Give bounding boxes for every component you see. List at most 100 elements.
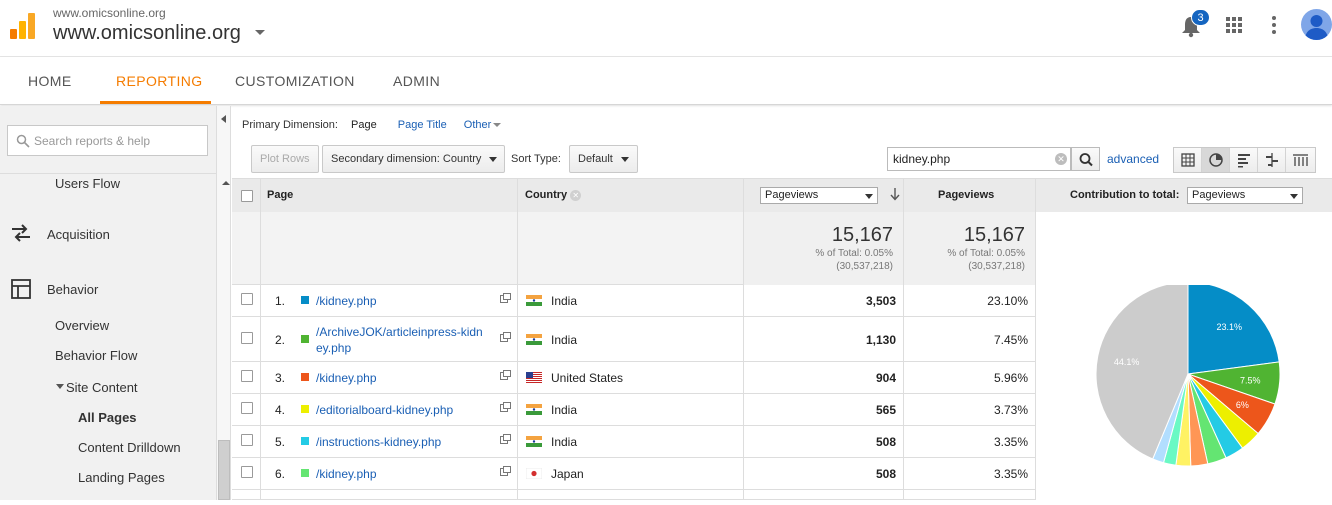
row-index: 5. bbox=[274, 435, 285, 449]
tab-home[interactable]: HOME bbox=[28, 73, 72, 89]
sidebar-item-all-pages[interactable]: All Pages bbox=[78, 410, 137, 425]
pageviews-value: 3,503 bbox=[865, 294, 896, 308]
sidebar-item-acquisition[interactable]: Acquisition bbox=[47, 227, 110, 242]
pageviews-percent: 3.73% bbox=[993, 403, 1028, 417]
total-percent: % of Total: 0.05% bbox=[815, 248, 893, 259]
secondary-dimension-select[interactable]: Secondary dimension: Country bbox=[322, 145, 505, 173]
view-switcher bbox=[1173, 147, 1316, 173]
tab-admin[interactable]: ADMIN bbox=[393, 73, 440, 89]
page-link[interactable]: /ArchiveJOK/articleinpress-kidn ey.php bbox=[316, 324, 483, 356]
row-index: 1. bbox=[274, 294, 285, 308]
more-vert-icon[interactable] bbox=[1272, 16, 1276, 34]
table-filter-input[interactable]: kidney.php bbox=[887, 147, 1071, 171]
page-link[interactable]: /editorialboard-kidney.php bbox=[316, 402, 453, 418]
sidebar-item-site-content[interactable]: Site Content bbox=[66, 380, 138, 395]
primary-dimension-label: Primary Dimension: bbox=[242, 119, 338, 131]
row-checkbox[interactable] bbox=[241, 370, 253, 382]
select-all-checkbox[interactable] bbox=[241, 190, 253, 202]
page-link[interactable]: /kidney.php bbox=[316, 466, 377, 482]
page-link[interactable]: /instructions-kidney.php bbox=[316, 434, 441, 450]
tab-reporting[interactable]: REPORTING bbox=[116, 73, 203, 89]
chevron-down-icon[interactable] bbox=[493, 123, 502, 128]
view-table-button[interactable] bbox=[1174, 148, 1202, 172]
remove-dimension-icon[interactable]: ✕ bbox=[570, 189, 582, 201]
filter-search-button[interactable] bbox=[1071, 147, 1100, 171]
row-checkbox[interactable] bbox=[241, 332, 253, 344]
plot-rows-button[interactable]: Plot Rows bbox=[251, 145, 319, 173]
open-page-icon[interactable] bbox=[500, 434, 511, 444]
chevron-down-icon bbox=[620, 156, 629, 162]
view-performance-button[interactable] bbox=[1230, 148, 1258, 172]
country-header-label: Country bbox=[525, 189, 568, 201]
open-page-icon[interactable] bbox=[500, 402, 511, 412]
table-view-icon bbox=[1181, 153, 1195, 167]
avatar[interactable] bbox=[1301, 9, 1332, 40]
pageviews-percent: 5.96% bbox=[993, 371, 1028, 385]
series-color-swatch bbox=[301, 469, 309, 477]
pageviews-percent: 3.35% bbox=[993, 435, 1028, 449]
scroll-up-icon[interactable] bbox=[222, 181, 230, 185]
country-name: India bbox=[551, 403, 578, 417]
total-value: 15,167 bbox=[963, 224, 1025, 246]
row-checkbox[interactable] bbox=[241, 402, 253, 414]
pageviews-percent: 3.35% bbox=[993, 467, 1028, 481]
dimension-page[interactable]: Page bbox=[351, 119, 377, 131]
property-selector[interactable]: www.omicsonline.org bbox=[53, 22, 241, 45]
advanced-filter-link[interactable]: advanced bbox=[1107, 152, 1159, 166]
view-term-cloud-button[interactable] bbox=[1286, 148, 1315, 172]
acquisition-icon bbox=[12, 224, 30, 242]
open-page-icon[interactable] bbox=[500, 293, 511, 303]
search-reports-input[interactable]: Search reports & help bbox=[7, 125, 208, 156]
top-bar: www.omicsonline.org www.omicsonline.org … bbox=[0, 0, 1332, 57]
page-link[interactable]: /kidney.php bbox=[316, 370, 377, 386]
country-name: India bbox=[551, 333, 578, 347]
table-row: 1. /kidney.php India 3,503 23.10% bbox=[232, 285, 1036, 317]
contribution-select[interactable]: Pageviews bbox=[1187, 187, 1303, 204]
row-checkbox[interactable] bbox=[241, 434, 253, 446]
sidebar-item-behavior[interactable]: Behavior bbox=[47, 282, 98, 297]
row-checkbox[interactable] bbox=[241, 293, 253, 305]
row-index: 3. bbox=[274, 371, 285, 385]
open-page-icon[interactable] bbox=[500, 466, 511, 476]
dimension-page-title[interactable]: Page Title bbox=[398, 119, 447, 131]
collapse-sidebar-icon[interactable] bbox=[221, 115, 226, 123]
row-index: 6. bbox=[274, 467, 285, 481]
sidebar-item-overview[interactable]: Overview bbox=[55, 318, 109, 333]
row-checkbox[interactable] bbox=[241, 466, 253, 478]
apps-grid-icon[interactable] bbox=[1226, 17, 1242, 33]
dimension-other[interactable]: Other bbox=[464, 119, 492, 131]
contribution-pie-panel: 23.1% 7.5% 6% 44.1% bbox=[1036, 281, 1332, 500]
column-header-pageviews[interactable]: Pageviews bbox=[938, 189, 994, 201]
sidebar-item-users-flow[interactable]: Users Flow bbox=[55, 176, 120, 191]
pageviews-value: 508 bbox=[875, 435, 896, 449]
chevron-down-icon[interactable] bbox=[255, 30, 265, 35]
table-row: 5. /instructions-kidney.php India 508 3.35% bbox=[232, 426, 1036, 458]
sort-type-select[interactable]: Default bbox=[569, 145, 638, 173]
main-nav: HOME REPORTING CUSTOMIZATION ADMIN bbox=[0, 57, 1332, 105]
table-row: 4. /editorialboard-kidney.php India 565 3.73… bbox=[232, 394, 1036, 426]
search-icon bbox=[16, 134, 30, 148]
tab-customization[interactable]: CUSTOMIZATION bbox=[235, 73, 355, 89]
column-header-page[interactable]: Page bbox=[267, 189, 293, 201]
series-color-swatch bbox=[301, 437, 309, 445]
sidebar-item-behavior-flow[interactable]: Behavior Flow bbox=[55, 348, 137, 363]
expand-arrow-icon[interactable] bbox=[56, 384, 64, 389]
total-percent: % of Total: 0.05% bbox=[947, 248, 1025, 259]
total-metric-2: 15,167 % of Total: 0.05% (30,537,218) bbox=[904, 212, 1035, 285]
analytics-logo-icon[interactable] bbox=[10, 13, 36, 39]
sort-descending-icon[interactable] bbox=[889, 187, 901, 201]
page-link[interactable]: /kidney.php bbox=[316, 293, 377, 309]
sidebar-item-content-drilldown[interactable]: Content Drilldown bbox=[78, 440, 181, 455]
scrollbar-thumb[interactable] bbox=[218, 440, 230, 500]
open-page-icon[interactable] bbox=[500, 370, 511, 380]
open-page-icon[interactable] bbox=[500, 332, 511, 342]
table-row bbox=[232, 490, 1036, 500]
clear-filter-icon[interactable]: ✕ bbox=[1055, 153, 1067, 165]
view-comparison-button[interactable] bbox=[1258, 148, 1286, 172]
view-pie-button[interactable] bbox=[1202, 148, 1230, 172]
sidebar-item-landing-pages[interactable]: Landing Pages bbox=[78, 470, 165, 485]
column-header-country[interactable]: Country ✕ bbox=[525, 189, 582, 201]
metric-select[interactable]: Pageviews bbox=[760, 187, 878, 204]
contribution-total-cell bbox=[1036, 212, 1332, 285]
pie-slice-label: 23.1% bbox=[1216, 322, 1242, 332]
